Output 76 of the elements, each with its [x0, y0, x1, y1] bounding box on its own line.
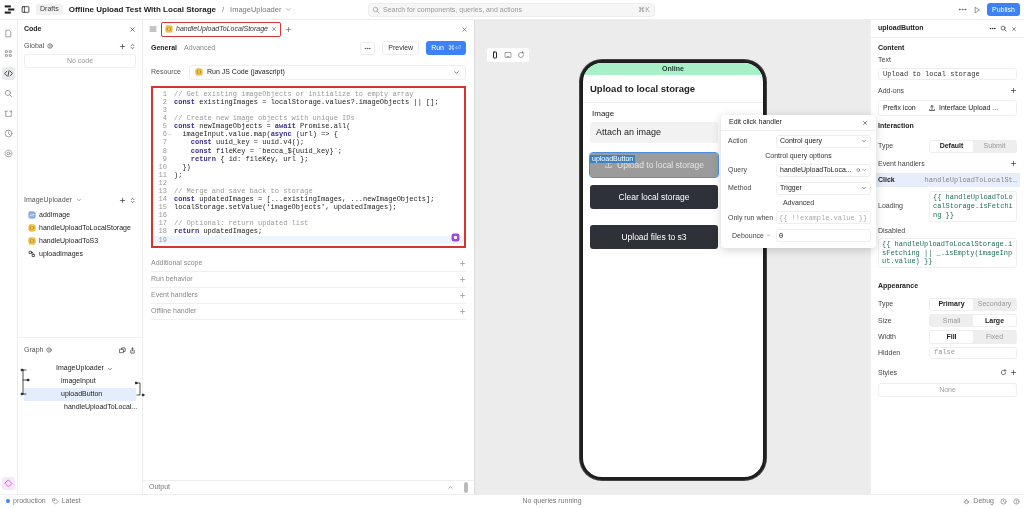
menu-icon[interactable] [149, 25, 157, 33]
chevron-down-icon [861, 138, 867, 144]
status-dot [6, 499, 10, 504]
play-icon[interactable] [973, 5, 982, 14]
link-drawing [135, 381, 145, 397]
tag-icon [51, 498, 59, 505]
circle-icon [855, 167, 861, 174]
diamond-icon[interactable] [4, 479, 13, 488]
share-icon[interactable] [129, 346, 136, 354]
workflow-icon [28, 249, 36, 258]
chevron-down-icon [75, 197, 82, 204]
chevron-up-icon[interactable] [447, 484, 454, 491]
more-button[interactable] [360, 41, 376, 55]
file-icon[interactable] [4, 29, 13, 38]
chevron-down-icon [862, 167, 867, 174]
chevron-down-icon [285, 6, 293, 13]
resource-icon [28, 210, 36, 219]
more-icon[interactable] [958, 5, 968, 14]
plus-icon[interactable] [459, 260, 466, 267]
phone-icon[interactable] [491, 51, 499, 59]
plus-icon[interactable] [119, 196, 126, 204]
settings-icon[interactable] [4, 149, 13, 158]
app-button[interactable]: Clear local storage [590, 185, 718, 209]
code-editor[interactable] [151, 86, 466, 248]
search-icon[interactable] [1000, 25, 1007, 32]
close-icon[interactable] [271, 26, 277, 32]
chevron-down-icon [861, 185, 867, 192]
script-icon [194, 68, 203, 76]
script-icon [165, 25, 173, 33]
sort-icon[interactable] [129, 196, 136, 204]
search-icon[interactable] [4, 89, 13, 98]
plus-icon[interactable] [119, 42, 126, 50]
plus-icon[interactable] [1010, 160, 1017, 168]
scrollbar[interactable] [464, 482, 468, 493]
app-title: Offline Upload Test With Local Storage [68, 4, 216, 15]
chevron-down-icon[interactable] [106, 365, 113, 372]
plus-icon[interactable] [459, 292, 466, 299]
desktop-icon[interactable] [504, 51, 512, 59]
history-icon[interactable] [1000, 498, 1007, 505]
chevron-down-icon [765, 233, 771, 239]
copy-icon[interactable] [119, 346, 126, 354]
box-icon[interactable] [4, 109, 13, 118]
close-icon[interactable] [862, 119, 868, 126]
sort-icon[interactable] [129, 42, 136, 50]
screen-title: Upload to local storage [583, 75, 763, 104]
search-icon [372, 5, 380, 14]
assistant-icon[interactable] [451, 233, 460, 242]
chevron-down-icon [453, 68, 460, 76]
info-icon [46, 347, 53, 353]
plus-icon[interactable] [459, 276, 466, 283]
plus-icon[interactable] [1010, 87, 1017, 95]
link-drawing [20, 368, 30, 396]
plus-icon[interactable] [459, 308, 466, 315]
clock-icon[interactable] [4, 129, 13, 138]
rotate-icon[interactable] [517, 51, 525, 59]
code-icon[interactable] [4, 69, 13, 78]
close-icon[interactable] [461, 25, 468, 33]
script-icon [28, 223, 36, 232]
upload-icon [928, 103, 936, 112]
more-icon[interactable] [989, 25, 996, 32]
plus-icon[interactable] [285, 25, 292, 33]
logo-icon[interactable] [4, 4, 15, 15]
file-input[interactable]: Attach an image [590, 122, 718, 143]
close-icon[interactable] [129, 25, 136, 33]
bug-icon [963, 498, 971, 505]
reset-icon[interactable] [1000, 369, 1007, 377]
info-icon [47, 43, 54, 49]
app-button[interactable]: Upload files to s3 [590, 225, 718, 249]
components-icon[interactable] [4, 49, 13, 58]
script-icon [28, 236, 36, 245]
layout-icon[interactable] [21, 5, 30, 14]
close-icon[interactable] [1011, 25, 1017, 32]
more-icon [364, 44, 372, 52]
field-label: Image [591, 109, 616, 119]
plus-icon[interactable] [1010, 369, 1017, 377]
help-icon[interactable] [1013, 498, 1020, 505]
